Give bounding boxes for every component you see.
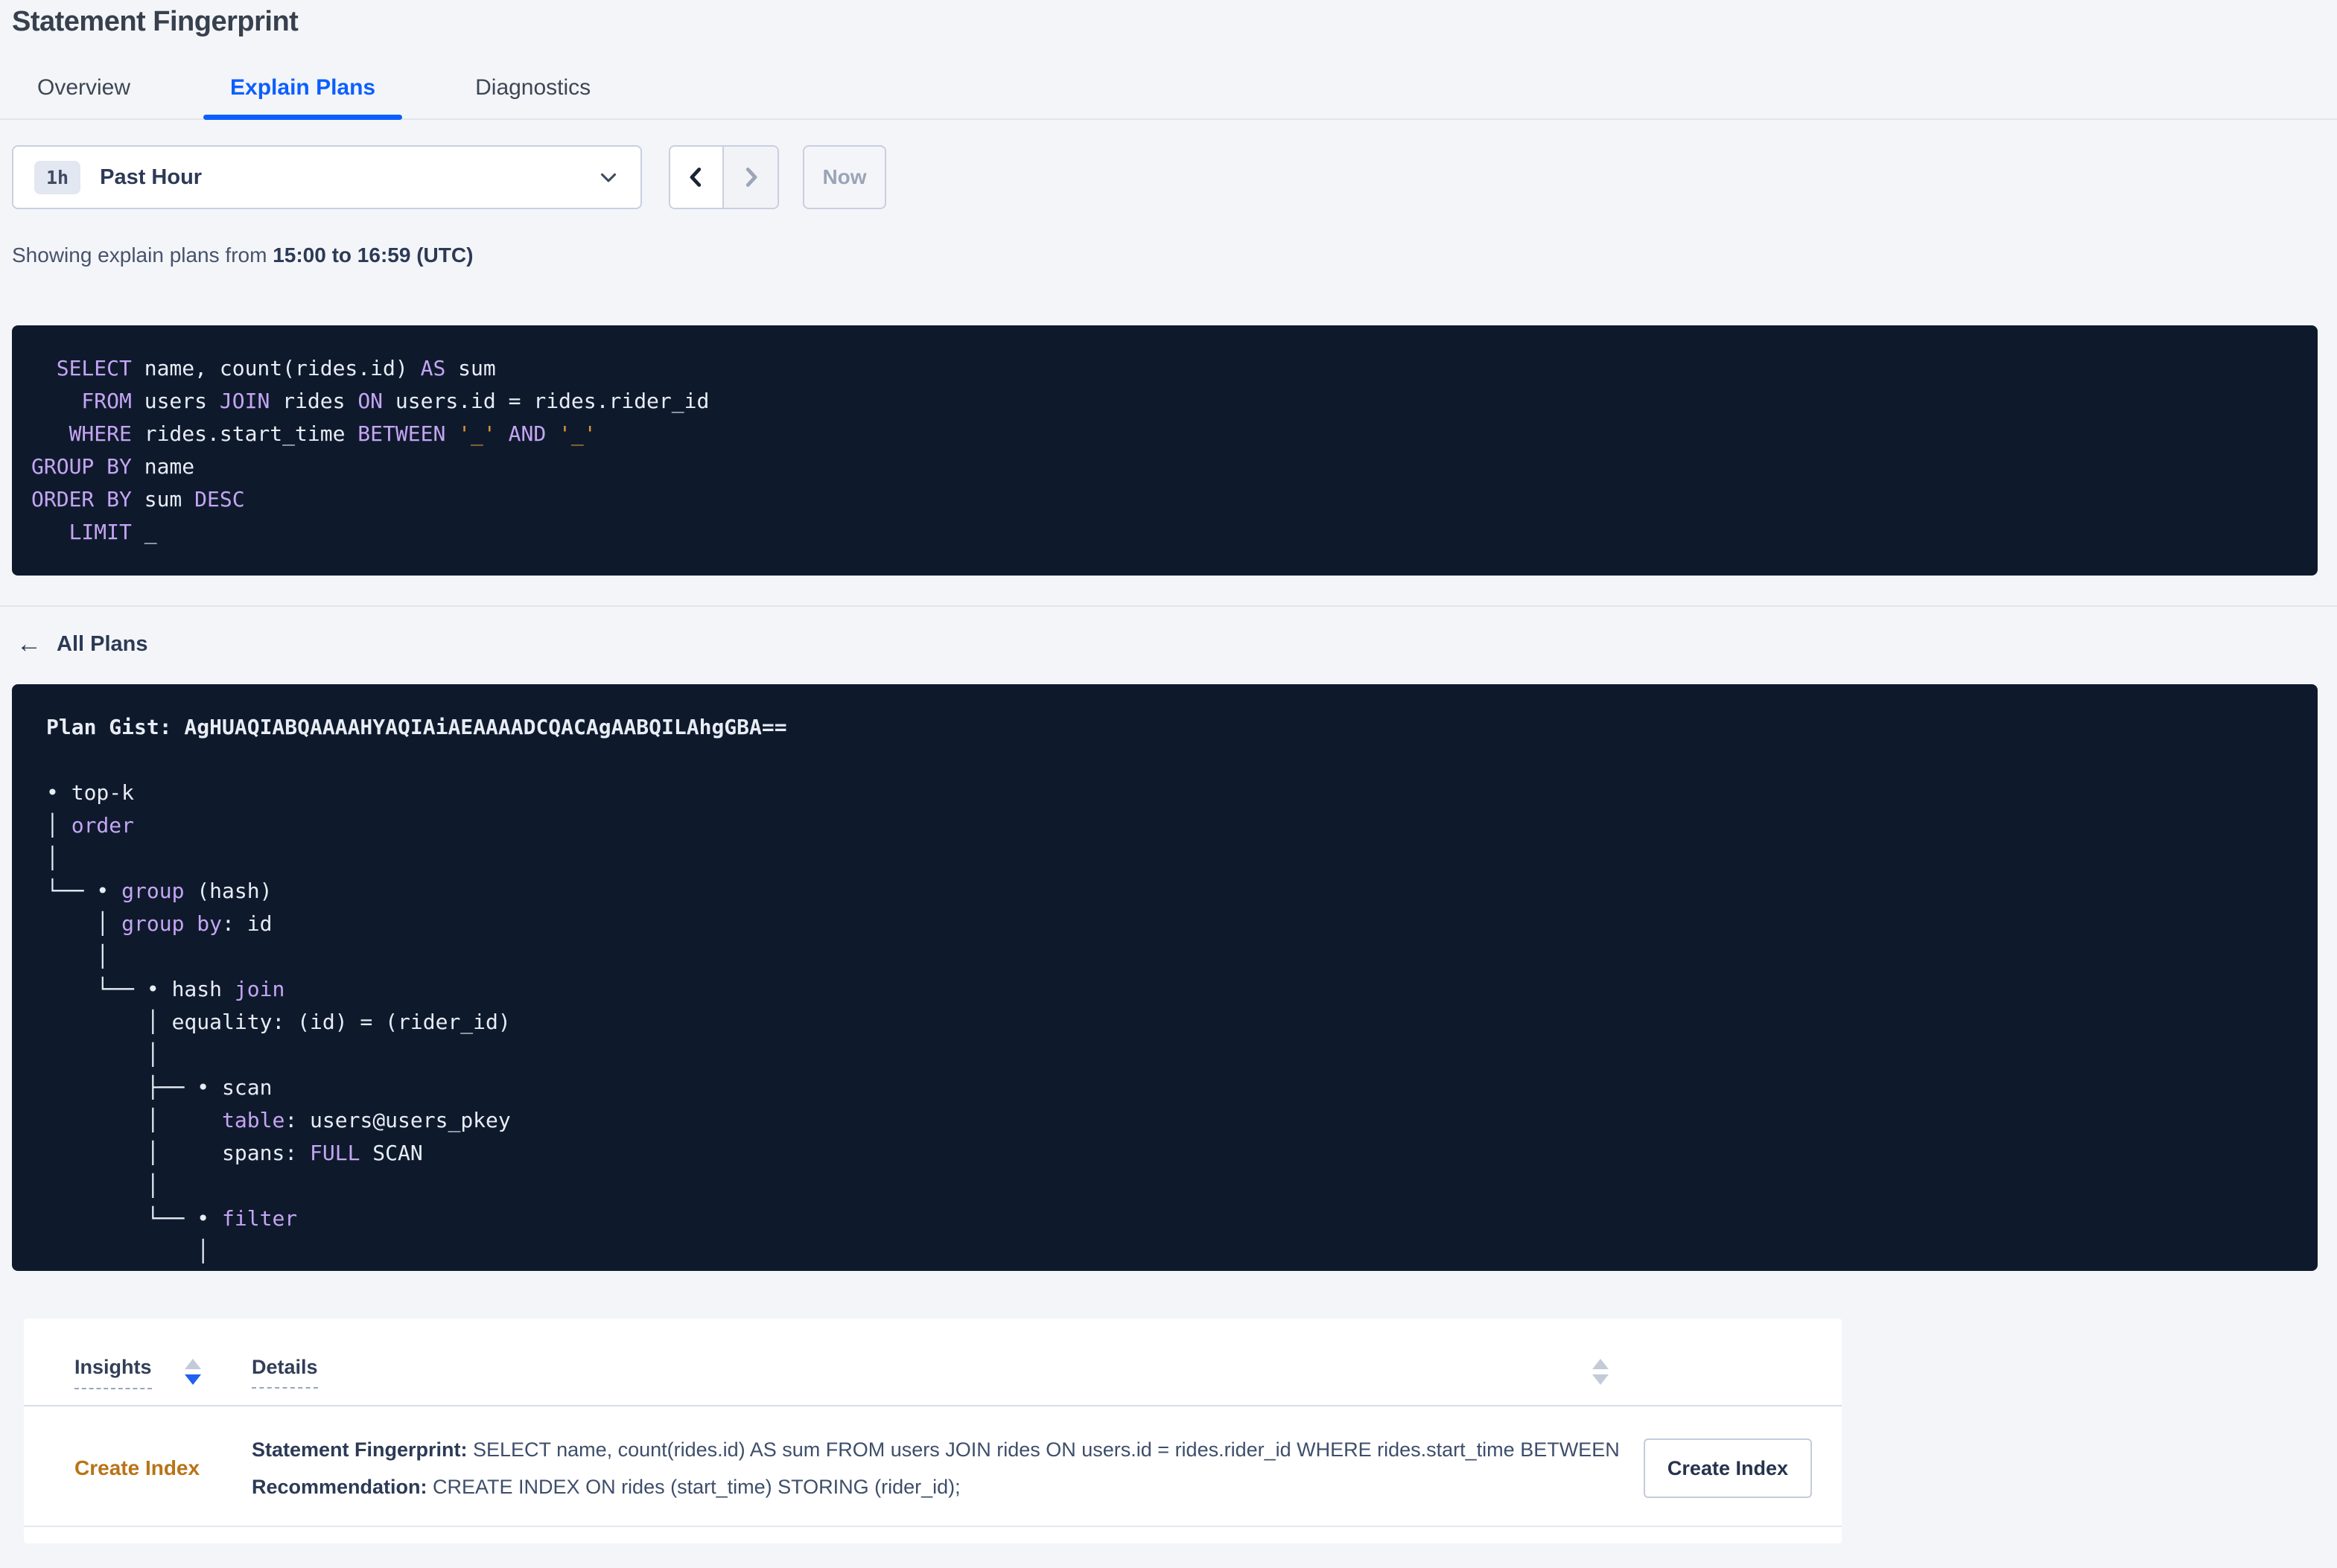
insights-table-card: Insights Details Create Index Statement …	[24, 1319, 1842, 1543]
summary-range: 15:00 to 16:59 (UTC)	[273, 243, 474, 267]
statement-fingerprint-page: Statement Fingerprint Overview Explain P…	[0, 6, 2337, 1568]
arrow-left-icon: ←	[16, 630, 42, 658]
column-header-details[interactable]: Details	[252, 1356, 318, 1389]
chevron-right-icon	[737, 164, 764, 191]
fingerprint-text: SELECT name, count(rides.id) AS sum FROM…	[467, 1438, 1626, 1461]
time-range-dropdown[interactable]: 1h Past Hour	[12, 145, 642, 209]
all-plans-label: All Plans	[57, 631, 148, 656]
plan-gist-block: Plan Gist: AgHUAQIABQAAAAHYAQIAiAEAAAADC…	[12, 684, 2318, 1271]
insights-table-header: Insights Details	[24, 1319, 1842, 1406]
time-range-label: Past Hour	[100, 165, 203, 189]
recommendation-label: Recommendation:	[252, 1476, 427, 1498]
column-header-insights[interactable]: Insights	[74, 1356, 152, 1389]
table-row: Create Index Statement Fingerprint: SELE…	[24, 1406, 1842, 1506]
time-range-summary: Showing explain plans from 15:00 to 16:5…	[12, 243, 2337, 267]
page-title: Statement Fingerprint	[12, 6, 299, 37]
tab-bar: Overview Explain Plans Diagnostics	[0, 75, 2337, 120]
summary-prefix: Showing explain plans from	[12, 243, 273, 267]
recommendation-text: CREATE INDEX ON rides (start_time) STORI…	[427, 1476, 961, 1498]
sort-icon-insights[interactable]	[184, 1359, 201, 1385]
next-time-button[interactable]	[724, 147, 778, 208]
sql-statement-block: SELECT name, count(rides.id) AS sum FROM…	[12, 325, 2318, 576]
column-header-details-cell: Details	[252, 1356, 318, 1389]
insight-type-link[interactable]: Create Index	[74, 1456, 252, 1480]
section-divider	[0, 605, 2337, 607]
recommendation-line: Recommendation: CREATE INDEX ON rides (s…	[252, 1468, 1626, 1505]
all-plans-link[interactable]: ← All Plans	[16, 629, 148, 659]
time-controls: 1h Past Hour Now	[12, 145, 2337, 209]
time-nav-group	[669, 145, 779, 209]
row-divider	[24, 1526, 1842, 1527]
statement-fingerprint-line: Statement Fingerprint: SELECT name, coun…	[252, 1431, 1626, 1468]
tab-overview[interactable]: Overview	[36, 75, 132, 118]
now-button[interactable]: Now	[803, 145, 886, 209]
column-header-insights-cell: Insights	[74, 1356, 252, 1389]
tab-explain-plans[interactable]: Explain Plans	[203, 75, 403, 120]
sort-icon-details[interactable]	[1592, 1359, 1609, 1385]
chevron-down-icon	[596, 165, 621, 190]
tab-diagnostics[interactable]: Diagnostics	[474, 75, 592, 118]
prev-time-button[interactable]	[670, 147, 724, 208]
fingerprint-label: Statement Fingerprint:	[252, 1438, 468, 1461]
time-range-badge: 1h	[34, 160, 81, 194]
chevron-left-icon	[683, 164, 710, 191]
insight-details-cell: Statement Fingerprint: SELECT name, coun…	[252, 1431, 1626, 1505]
create-index-button[interactable]: Create Index	[1643, 1438, 1812, 1498]
